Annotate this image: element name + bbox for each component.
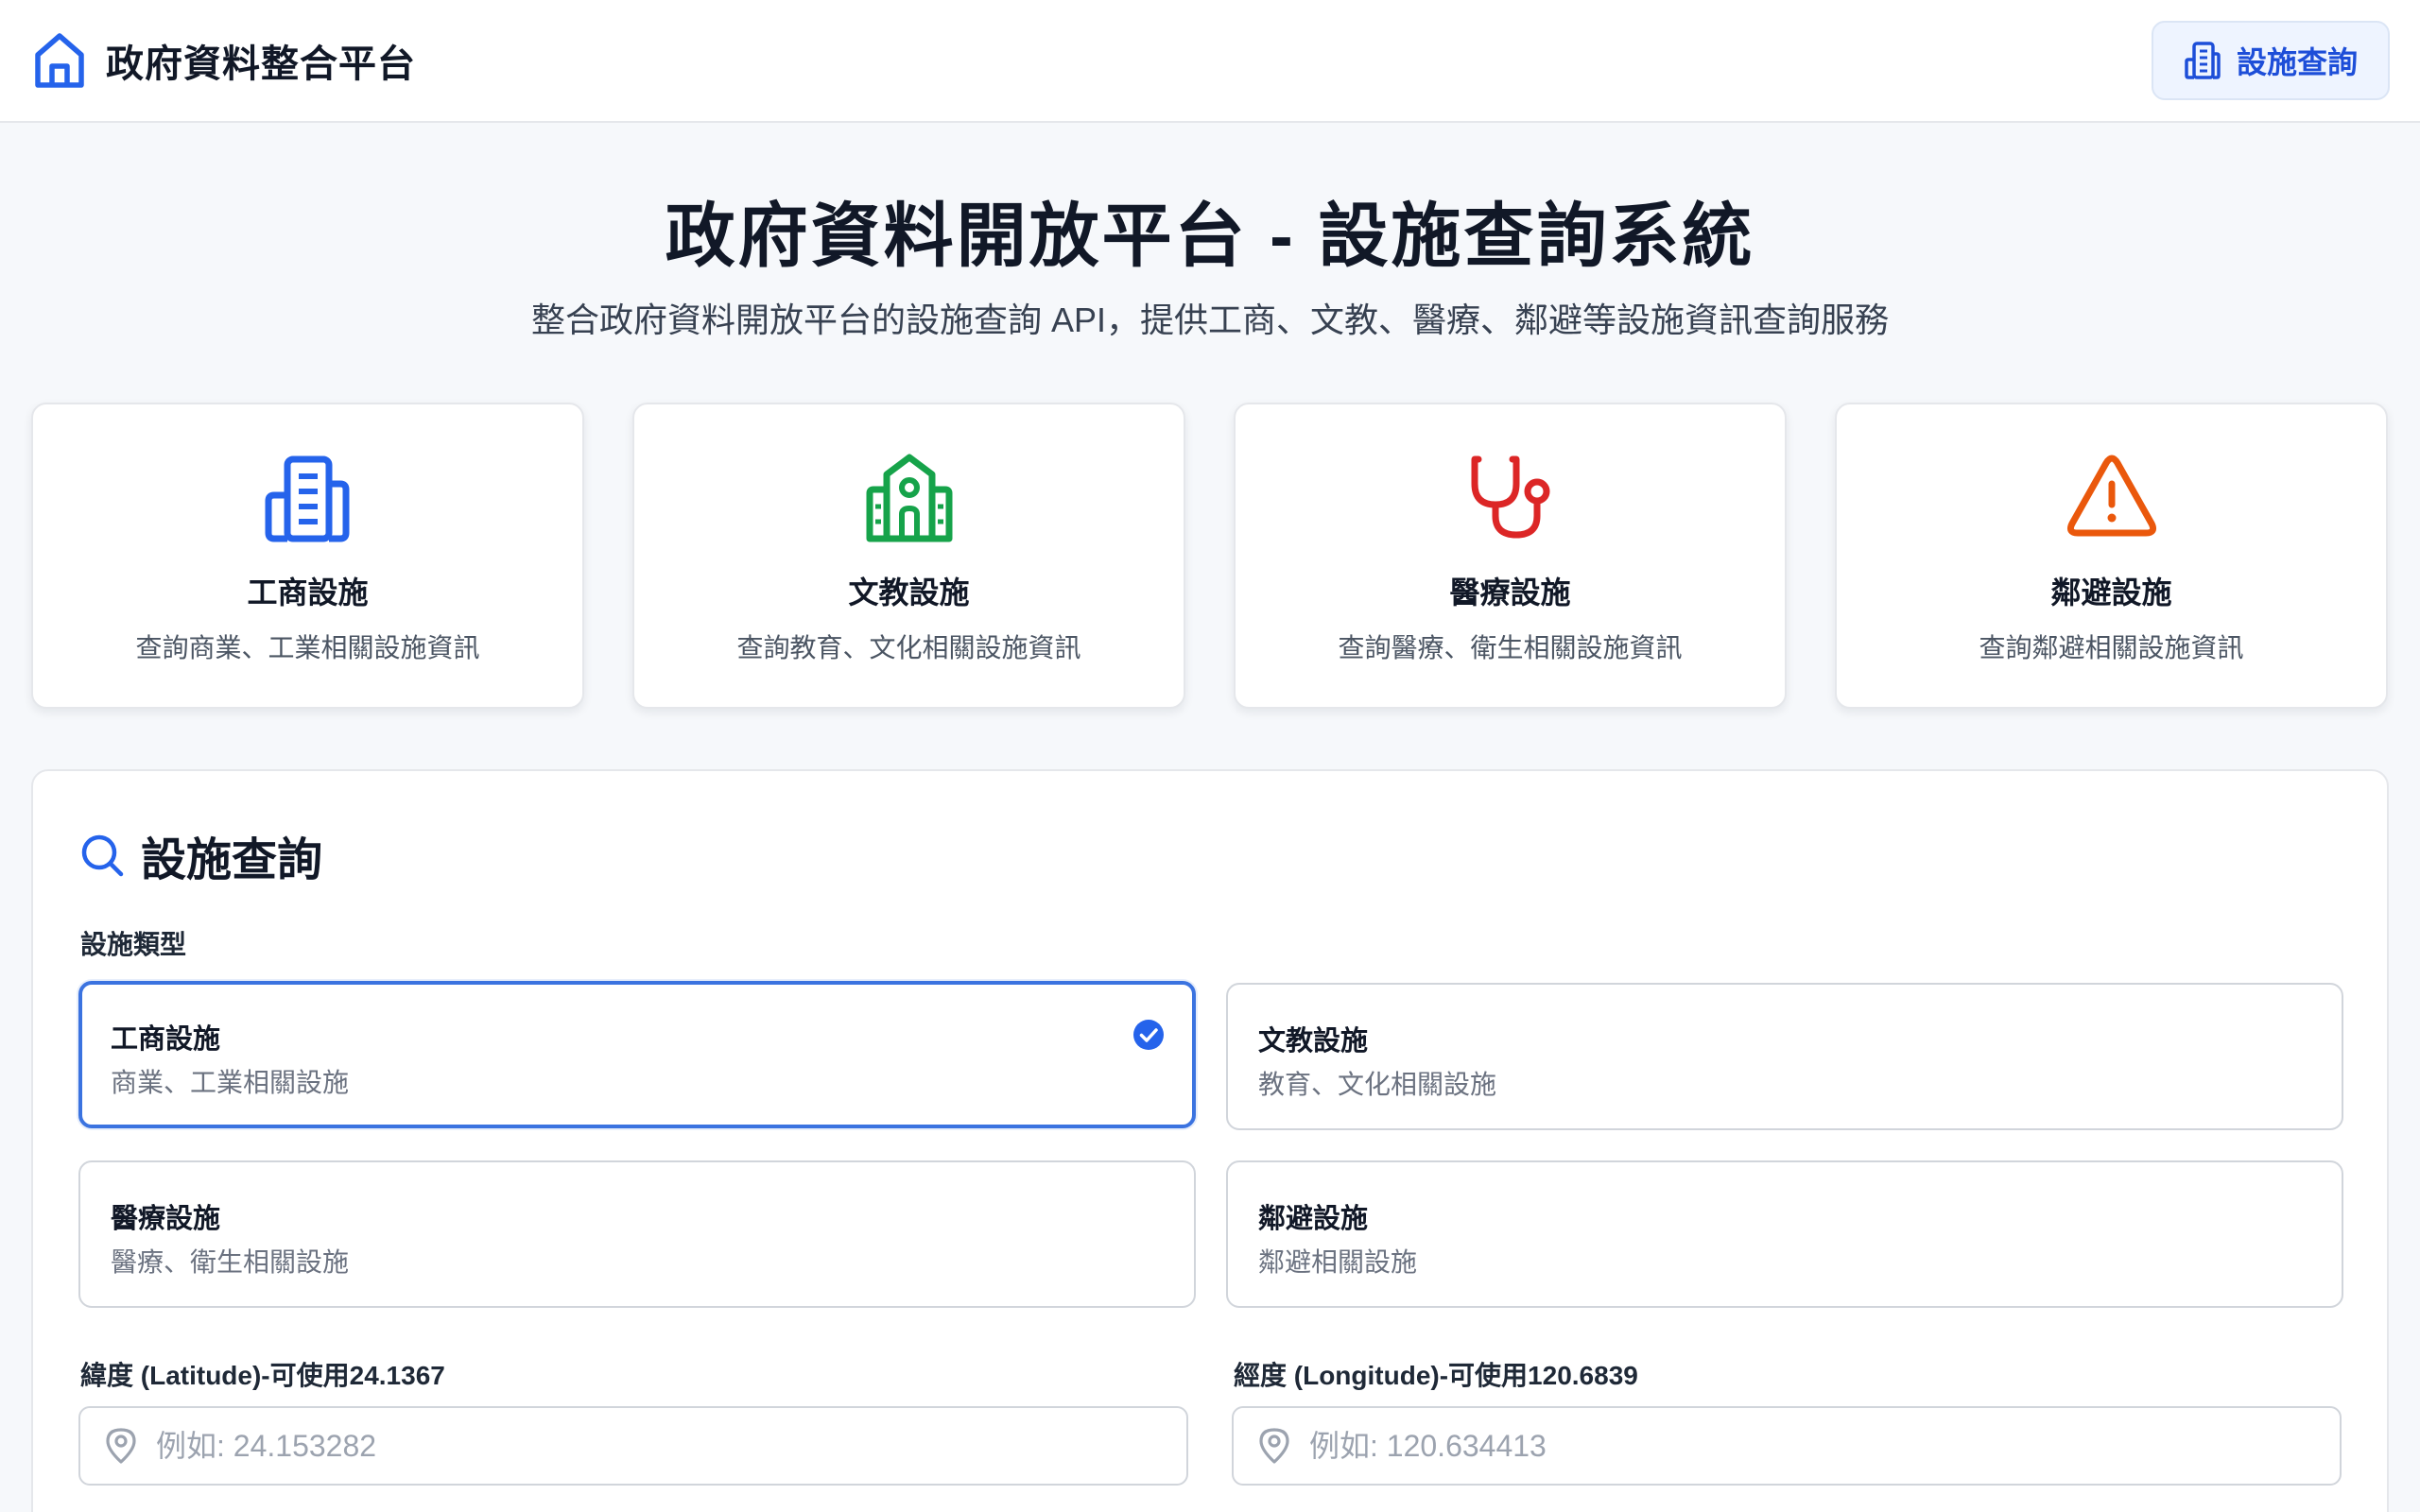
category-card-education[interactable]: 文教設施 查詢教育、文化相關設施資訊 (632, 403, 1185, 709)
panel-header: 設施查詢 (80, 822, 322, 888)
building-icon (2185, 42, 2221, 79)
category-desc: 查詢商業、工業相關設施資訊 (135, 633, 480, 662)
page-title: 政府資料開放平台 - 設施查詢系統 (665, 197, 1755, 275)
option-desc: 鄰避相關設施 (1258, 1247, 1418, 1277)
brand[interactable]: 政府資料整合平台 (32, 30, 416, 91)
facility-option-nimby[interactable]: 鄰避設施 鄰避相關設施 (1226, 1160, 2343, 1308)
facility-option-medical[interactable]: 醫療設施 醫療、衛生相關設施 (78, 1160, 1196, 1308)
category-title: 醫療設施 (1449, 576, 1571, 610)
category-desc: 查詢鄰避相關設施資訊 (1979, 633, 2244, 662)
school-icon (866, 454, 952, 542)
longitude-input[interactable] (1309, 1418, 2330, 1474)
category-title: 文教設施 (848, 576, 970, 610)
option-title: 鄰避設施 (1258, 1204, 1369, 1234)
longitude-field[interactable] (1232, 1406, 2342, 1486)
option-desc: 醫療、衛生相關設施 (111, 1247, 350, 1277)
option-title: 醫療設施 (111, 1204, 221, 1234)
longitude-label: 經度 (Longitude)-可使用120.6839 (1234, 1361, 1638, 1390)
top-navbar: 政府資料整合平台 設施查詢 (0, 0, 2420, 123)
page-subtitle: 整合政府資料開放平台的設施查詢 API，提供工商、文教、醫療、鄰避等設施資訊查詢… (530, 301, 1890, 339)
map-pin-icon (1259, 1428, 1289, 1464)
check-circle-icon (1133, 1020, 1164, 1050)
map-pin-icon (106, 1428, 136, 1464)
option-desc: 教育、文化相關設施 (1258, 1070, 1497, 1099)
option-desc: 商業、工業相關設施 (111, 1068, 350, 1097)
category-desc: 查詢醫療、衛生相關設施資訊 (1338, 633, 1683, 662)
facility-type-label: 設施類型 (80, 930, 187, 959)
category-card-commercial[interactable]: 工商設施 查詢商業、工業相關設施資訊 (31, 403, 584, 709)
facility-search-nav-button[interactable]: 設施查詢 (2152, 21, 2390, 100)
facility-option-education[interactable]: 文教設施 教育、文化相關設施 (1226, 983, 2343, 1130)
stethoscope-icon (1471, 455, 1549, 539)
category-desc: 查詢教育、文化相關設施資訊 (736, 633, 1081, 662)
search-icon (81, 834, 124, 877)
category-card-nimby[interactable]: 鄰避設施 查詢鄰避相關設施資訊 (1835, 403, 2388, 709)
nav-button-label: 設施查詢 (2236, 45, 2358, 79)
panel-title: 設施查詢 (141, 835, 323, 885)
warning-icon (2066, 455, 2156, 537)
category-cards: 工商設施 查詢商業、工業相關設施資訊 文教設施 查詢教育、文化相關設施資訊 醫療… (31, 403, 2389, 709)
latitude-field[interactable] (78, 1406, 1188, 1486)
option-title: 文教設施 (1258, 1026, 1369, 1057)
option-title: 工商設施 (111, 1024, 221, 1055)
building-icon (265, 455, 349, 542)
category-title: 鄰避設施 (2050, 576, 2172, 610)
home-icon (35, 33, 84, 88)
category-card-medical[interactable]: 醫療設施 查詢醫療、衛生相關設施資訊 (1234, 403, 1787, 709)
facility-option-commercial[interactable]: 工商設施 商業、工業相關設施 (78, 981, 1196, 1128)
category-title: 工商設施 (247, 576, 369, 610)
latitude-label: 緯度 (Latitude)-可使用24.1367 (80, 1361, 445, 1390)
facility-search-panel: 設施查詢 設施類型 工商設施 商業、工業相關設施 文教設施 教育、文化相關設施 … (31, 769, 2389, 1512)
brand-title: 政府資料整合平台 (106, 43, 416, 85)
latitude-input[interactable] (156, 1418, 1177, 1474)
